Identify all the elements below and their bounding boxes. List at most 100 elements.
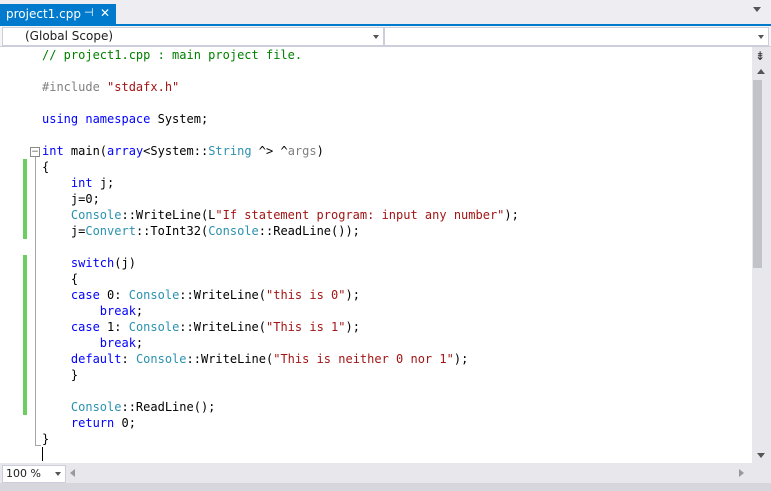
tab-title[interactable]: project1.cpp	[6, 7, 81, 21]
code-line[interactable]	[42, 63, 519, 79]
code-token: "This is 1"	[266, 320, 346, 334]
code-line[interactable]: j=Convert::ToInt32(Console::ReadLine());	[42, 223, 519, 239]
code-line[interactable]: int j;	[42, 175, 519, 191]
bottom-border	[0, 483, 771, 491]
outline-line	[35, 157, 36, 445]
code-text[interactable]: // project1.cpp : main project file. #in…	[42, 47, 519, 447]
code-line[interactable]: switch(j)	[42, 255, 519, 271]
change-indicator	[23, 255, 27, 415]
outline-end	[35, 445, 41, 446]
code-line[interactable]: // project1.cpp : main project file.	[42, 47, 519, 63]
code-token: {	[42, 160, 50, 174]
code-token: );	[345, 288, 360, 302]
code-token: Console	[128, 320, 180, 334]
code-line[interactable]: Console::WriteLine(L"If statement progra…	[42, 207, 519, 223]
code-line[interactable]: #include "stdafx.h"	[42, 79, 519, 95]
code-token: int	[42, 144, 64, 158]
code-token: Console	[70, 400, 122, 414]
code-token: ::WriteLine(L	[121, 208, 216, 222]
code-token: j;	[92, 176, 115, 190]
scroll-thumb[interactable]	[753, 80, 762, 268]
member-dropdown[interactable]	[384, 27, 769, 46]
code-token: ;	[135, 336, 144, 350]
code-token: ::ToInt32(	[135, 224, 209, 238]
chevron-down-icon[interactable]	[758, 35, 764, 39]
code-line[interactable]: int main(array<System::String ^> ^args)	[42, 143, 519, 159]
code-token: String	[208, 144, 252, 158]
code-token: );	[453, 352, 469, 366]
code-line[interactable]	[42, 127, 519, 143]
change-indicator	[23, 159, 27, 239]
chevron-down-icon[interactable]	[55, 472, 61, 476]
code-token: j=	[42, 224, 86, 238]
scope-dropdown[interactable]: (Global Scope)	[2, 27, 384, 46]
code-line[interactable]: {	[42, 159, 519, 175]
scroll-down-icon[interactable]	[757, 453, 765, 458]
code-line[interactable]: break;	[42, 335, 519, 351]
code-token: 1:	[99, 320, 129, 334]
code-token: return	[70, 416, 115, 430]
code-line[interactable]: return 0;	[42, 415, 519, 431]
document-tab-bar: project1.cpp ⊣ ✕	[0, 0, 771, 24]
code-token: 0;	[114, 416, 136, 430]
code-token: main(	[63, 144, 108, 158]
code-token: using namespace	[42, 112, 151, 126]
code-line[interactable]	[42, 239, 519, 255]
code-token: break	[99, 336, 136, 350]
code-line[interactable]: break;	[42, 303, 519, 319]
code-token: // project1.cpp : main project file.	[42, 48, 303, 62]
collapse-icon[interactable]: −	[30, 147, 40, 157]
code-line[interactable]: case 0: Console::WriteLine("this is 0");	[42, 287, 519, 303]
close-icon[interactable]: ✕	[100, 6, 110, 20]
code-editor[interactable]: − // project1.cpp : main project file. #…	[0, 47, 752, 463]
scope-value: (Global Scope)	[25, 29, 114, 43]
scroll-up-icon[interactable]	[757, 69, 765, 74]
code-token: break	[99, 304, 136, 318]
code-token: int	[70, 176, 93, 190]
navigation-bar: (Global Scope)	[0, 26, 771, 47]
code-token: 0:	[99, 288, 129, 302]
code-token: "If statement program: input any number"	[215, 208, 505, 222]
scroll-left-icon[interactable]	[70, 469, 75, 477]
code-token: ::ReadLine();	[121, 400, 216, 414]
tab-overflow-dropdown-icon[interactable]	[753, 7, 761, 12]
code-line[interactable]: using namespace System;	[42, 111, 519, 127]
code-line[interactable]: }	[42, 367, 519, 383]
editor-footer: 100 %	[0, 463, 771, 483]
code-line[interactable]: Console::ReadLine();	[42, 399, 519, 415]
split-window-icon[interactable]: ⇟	[755, 49, 765, 63]
chevron-down-icon[interactable]	[373, 35, 379, 39]
document-tab[interactable]: project1.cpp ⊣ ✕	[0, 4, 116, 24]
code-line[interactable]: default: Console::WriteLine("This is nei…	[42, 351, 519, 367]
code-token: System;	[150, 112, 209, 126]
code-token: "stdafx.h"	[107, 80, 180, 94]
code-line[interactable]	[42, 95, 519, 111]
scroll-right-icon[interactable]	[739, 469, 744, 477]
pin-icon[interactable]: ⊣	[84, 6, 94, 19]
code-token: j=0;	[42, 192, 100, 206]
code-token: Console	[128, 288, 180, 302]
code-token: ::WriteLine(	[179, 320, 266, 334]
horizontal-scrollbar[interactable]	[66, 465, 750, 481]
code-token: Console	[208, 224, 259, 238]
code-token: #include	[42, 80, 108, 94]
code-token: array	[107, 144, 144, 158]
code-token: Convert	[85, 224, 136, 238]
code-token: "this is 0"	[266, 288, 346, 302]
code-token: ::WriteLine(	[186, 352, 274, 366]
code-line[interactable]: case 1: Console::WriteLine("This is 1");	[42, 319, 519, 335]
zoom-value: 100 %	[6, 467, 41, 480]
code-line[interactable]: {	[42, 271, 519, 287]
zoom-dropdown[interactable]: 100 %	[2, 465, 66, 483]
code-line[interactable]: }	[42, 431, 519, 447]
code-line[interactable]: j=0;	[42, 191, 519, 207]
code-token: {	[42, 272, 79, 286]
vertical-scrollbar[interactable]: ⇟	[752, 47, 771, 463]
code-token: case	[70, 320, 100, 334]
code-line[interactable]	[42, 383, 519, 399]
